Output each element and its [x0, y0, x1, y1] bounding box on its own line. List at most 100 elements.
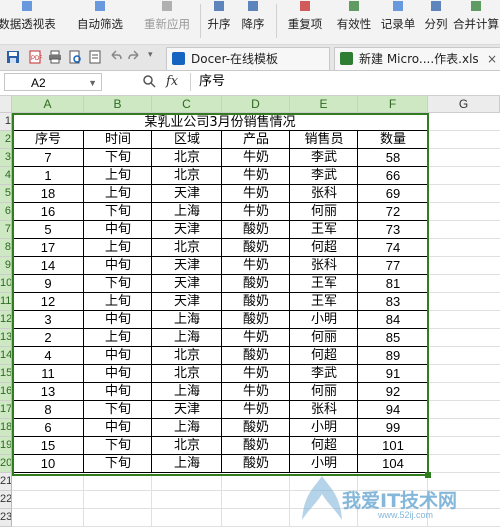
- table-cell[interactable]: 上海: [152, 203, 222, 221]
- sort-descending-button[interactable]: 降序: [238, 0, 268, 44]
- close-tab-icon[interactable]: ×: [487, 48, 497, 70]
- row-header-20[interactable]: 20: [0, 455, 12, 473]
- duplicates-button[interactable]: 重复项: [282, 0, 328, 44]
- row-header-15[interactable]: 15: [0, 365, 12, 383]
- tab-workbook[interactable]: 新建 Micro....作表.xls ×: [334, 47, 500, 70]
- table-cell[interactable]: 10: [12, 455, 84, 473]
- table-cell[interactable]: 2: [12, 329, 84, 347]
- print-icon[interactable]: [48, 50, 62, 64]
- table-header-cell[interactable]: 区域: [152, 131, 222, 149]
- table-cell[interactable]: 牛奶: [222, 401, 290, 419]
- sheet-title[interactable]: 某乳业公司3月份销售情况: [12, 114, 428, 131]
- table-cell[interactable]: 中旬: [84, 365, 152, 383]
- table-header-cell[interactable]: 产品: [222, 131, 290, 149]
- undo-icon[interactable]: [108, 50, 122, 64]
- table-cell[interactable]: 张科: [290, 257, 358, 275]
- save-icon[interactable]: [6, 50, 20, 64]
- redo-icon[interactable]: [128, 50, 142, 64]
- select-all-corner[interactable]: [0, 96, 12, 113]
- table-cell[interactable]: 74: [358, 239, 428, 257]
- table-cell[interactable]: 小明: [290, 311, 358, 329]
- sort-ascending-button[interactable]: 升序: [204, 0, 234, 44]
- row-header-13[interactable]: 13: [0, 329, 12, 347]
- table-cell[interactable]: 天津: [152, 185, 222, 203]
- pivot-table-button[interactable]: 数据透视表: [0, 0, 60, 44]
- table-cell[interactable]: 李武: [290, 365, 358, 383]
- table-cell[interactable]: 1: [12, 167, 84, 185]
- table-cell[interactable]: 69: [358, 185, 428, 203]
- table-cell[interactable]: 9: [12, 275, 84, 293]
- row-header-17[interactable]: 17: [0, 401, 12, 419]
- reapply-button[interactable]: 重新应用: [136, 0, 198, 44]
- table-cell[interactable]: 李武: [290, 149, 358, 167]
- row-header-16[interactable]: 16: [0, 383, 12, 401]
- zoom-formula-icon[interactable]: [142, 74, 156, 88]
- table-cell[interactable]: 上海: [152, 311, 222, 329]
- text-to-columns-button[interactable]: 分列: [422, 0, 450, 44]
- table-cell[interactable]: 上海: [152, 329, 222, 347]
- table-cell[interactable]: 15: [12, 437, 84, 455]
- table-cell[interactable]: 王军: [290, 221, 358, 239]
- document-icon[interactable]: [88, 50, 102, 64]
- table-cell[interactable]: 天津: [152, 401, 222, 419]
- table-cell[interactable]: 酸奶: [222, 311, 290, 329]
- row-header-23[interactable]: 23: [0, 509, 12, 527]
- row-header-14[interactable]: 14: [0, 347, 12, 365]
- table-cell[interactable]: 李武: [290, 167, 358, 185]
- table-cell[interactable]: 酸奶: [222, 419, 290, 437]
- table-cell[interactable]: 5: [12, 221, 84, 239]
- column-header-b[interactable]: B: [84, 96, 152, 113]
- row-header-12[interactable]: 12: [0, 311, 12, 329]
- table-cell[interactable]: 牛奶: [222, 185, 290, 203]
- row-header-5[interactable]: 5: [0, 185, 12, 203]
- column-header-a[interactable]: A: [12, 96, 84, 113]
- table-cell[interactable]: 张科: [290, 185, 358, 203]
- table-cell[interactable]: 牛奶: [222, 203, 290, 221]
- table-cell[interactable]: 上海: [152, 455, 222, 473]
- table-cell[interactable]: 89: [358, 347, 428, 365]
- table-cell[interactable]: 天津: [152, 293, 222, 311]
- table-cell[interactable]: 上海: [152, 419, 222, 437]
- table-cell[interactable]: 牛奶: [222, 365, 290, 383]
- column-header-d[interactable]: D: [222, 96, 290, 113]
- table-cell[interactable]: 下旬: [84, 149, 152, 167]
- table-cell[interactable]: 何丽: [290, 203, 358, 221]
- table-cell[interactable]: 58: [358, 149, 428, 167]
- table-cell[interactable]: 酸奶: [222, 275, 290, 293]
- table-cell[interactable]: 王军: [290, 275, 358, 293]
- table-cell[interactable]: 中旬: [84, 257, 152, 275]
- table-cell[interactable]: 何丽: [290, 329, 358, 347]
- table-cell[interactable]: 72: [358, 203, 428, 221]
- table-cell[interactable]: 下旬: [84, 203, 152, 221]
- table-cell[interactable]: 上旬: [84, 167, 152, 185]
- row-header-21[interactable]: 21: [0, 473, 12, 491]
- table-cell[interactable]: 77: [358, 257, 428, 275]
- table-cell[interactable]: 16: [12, 203, 84, 221]
- name-box-dropdown-icon[interactable]: ▼: [88, 74, 97, 92]
- table-cell[interactable]: 北京: [152, 149, 222, 167]
- table-cell[interactable]: 14: [12, 257, 84, 275]
- row-header-11[interactable]: 11: [0, 293, 12, 311]
- table-cell[interactable]: 北京: [152, 365, 222, 383]
- table-cell[interactable]: 天津: [152, 257, 222, 275]
- table-cell[interactable]: 18: [12, 185, 84, 203]
- table-cell[interactable]: 上旬: [84, 293, 152, 311]
- table-cell[interactable]: 酸奶: [222, 455, 290, 473]
- table-cell[interactable]: 天津: [152, 221, 222, 239]
- table-cell[interactable]: 北京: [152, 437, 222, 455]
- table-cell[interactable]: 8: [12, 401, 84, 419]
- insert-function-icon[interactable]: fx: [166, 74, 178, 89]
- table-cell[interactable]: 酸奶: [222, 221, 290, 239]
- table-cell[interactable]: 81: [358, 275, 428, 293]
- consolidate-button[interactable]: 合并计算: [452, 0, 500, 44]
- table-header-cell[interactable]: 销售员: [290, 131, 358, 149]
- table-cell[interactable]: 11: [12, 365, 84, 383]
- table-cell[interactable]: 北京: [152, 239, 222, 257]
- table-cell[interactable]: 张科: [290, 401, 358, 419]
- validity-button[interactable]: 有效性: [334, 0, 374, 44]
- table-cell[interactable]: 天津: [152, 275, 222, 293]
- table-cell[interactable]: 84: [358, 311, 428, 329]
- table-cell[interactable]: 94: [358, 401, 428, 419]
- column-header-e[interactable]: E: [290, 96, 358, 113]
- tab-docer[interactable]: Docer-在线模板: [166, 47, 330, 70]
